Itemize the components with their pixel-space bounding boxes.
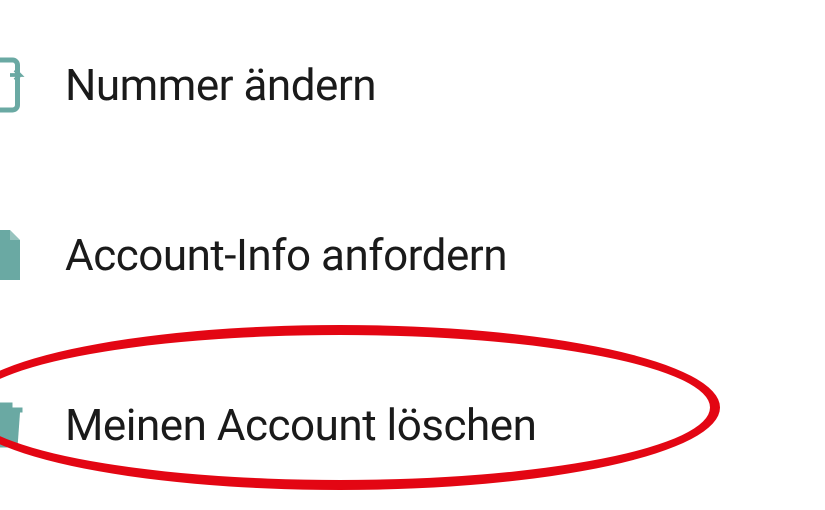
change-number-icon <box>0 55 35 115</box>
menu-item-delete-account[interactable]: Meinen Account löschen <box>0 340 825 510</box>
account-settings-menu: Nummer ändern Account-Info anfordern Mei… <box>0 0 825 510</box>
menu-item-change-number[interactable]: Nummer ändern <box>0 0 825 170</box>
document-icon <box>0 225 35 285</box>
menu-item-label: Meinen Account löschen <box>65 399 536 451</box>
menu-item-label: Nummer ändern <box>65 59 376 111</box>
delete-icon <box>0 395 35 455</box>
menu-item-request-account-info[interactable]: Account-Info anfordern <box>0 170 825 340</box>
menu-item-label: Account-Info anfordern <box>65 229 507 281</box>
